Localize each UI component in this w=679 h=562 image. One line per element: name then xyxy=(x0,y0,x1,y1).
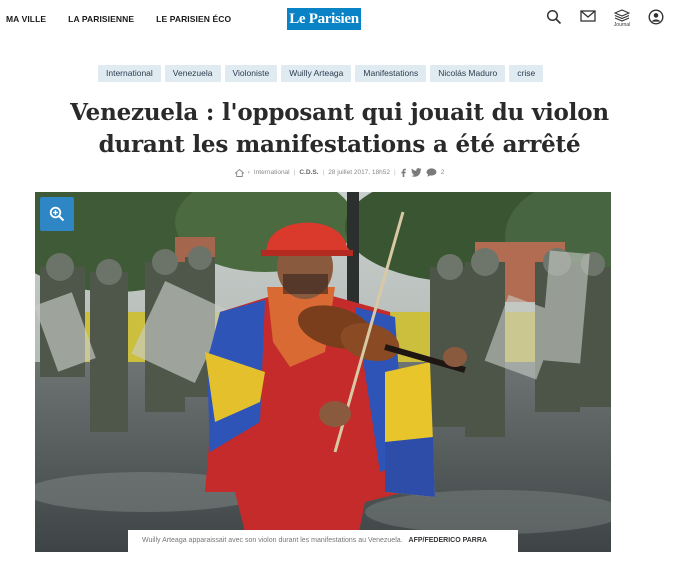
search-button[interactable] xyxy=(537,9,571,33)
article-title-line-1: Venezuela : l'opposant qui jouait du vio… xyxy=(70,99,609,126)
share-twitter-button[interactable] xyxy=(410,168,422,177)
tag-manifestations[interactable]: Manifestations xyxy=(355,65,427,82)
zoom-button[interactable] xyxy=(40,197,74,231)
tag-international[interactable]: International xyxy=(98,65,161,82)
account-button[interactable] xyxy=(639,9,673,33)
tag-venezuela[interactable]: Venezuela xyxy=(164,65,221,82)
nav-item-la-parisienne[interactable]: LA PARISIENNE xyxy=(68,14,134,24)
main-nav: MA VILLE LA PARISIENNE LE PARISIEN ÉCO xyxy=(6,14,231,24)
nav-item-le-parisien-eco[interactable]: LE PARISIEN ÉCO xyxy=(156,14,231,24)
photo-credit: AFP/FEDERICO PARRA xyxy=(408,537,487,544)
journal-button[interactable]: Journal xyxy=(605,9,639,33)
article-author: C.D.S. xyxy=(299,169,319,176)
article-date: 28 juillet 2017, 18h52 xyxy=(328,169,390,176)
article-title-line-2: durant les manifestations a été arrêté xyxy=(98,131,581,158)
breadcrumb-chevron: › xyxy=(247,169,250,176)
search-icon xyxy=(546,9,562,25)
top-bar: MA VILLE LA PARISIENNE LE PARISIEN ÉCO L… xyxy=(0,0,679,40)
article-photo[interactable] xyxy=(35,192,611,552)
mail-icon xyxy=(580,10,596,22)
nav-item-ma-ville[interactable]: MA VILLE xyxy=(6,14,46,24)
journal-label: Journal xyxy=(613,22,631,28)
tag-list: International Venezuela Violoniste Wuill… xyxy=(98,65,544,82)
meta-separator: | xyxy=(394,169,396,176)
facebook-icon xyxy=(401,168,406,177)
zoom-in-icon xyxy=(49,206,65,222)
account-icon xyxy=(648,9,664,25)
photo-caption-text: Wuilly Arteaga apparaissait avec son vio… xyxy=(142,537,403,544)
share-facebook-button[interactable] xyxy=(400,168,407,177)
journal-icon xyxy=(614,9,630,22)
tag-nicolas-maduro[interactable]: Nicolás Maduro xyxy=(430,65,506,82)
article-meta: › International | C.D.S. | 28 juillet 20… xyxy=(0,168,679,177)
header-icons: Journal xyxy=(537,9,673,33)
tag-violoniste[interactable]: Violoniste xyxy=(224,65,278,82)
meta-separator: | xyxy=(322,169,325,176)
breadcrumb-section[interactable]: International xyxy=(254,169,290,176)
twitter-icon xyxy=(410,168,422,177)
comment-icon xyxy=(426,168,437,177)
comment-count[interactable]: 2 xyxy=(441,169,445,176)
photo-caption: Wuilly Arteaga apparaissait avec son vio… xyxy=(128,530,518,552)
article-photo-illustration xyxy=(35,192,611,552)
mail-button[interactable] xyxy=(571,9,605,33)
home-icon[interactable] xyxy=(234,168,244,177)
site-logo[interactable]: Le Parisien xyxy=(287,8,361,30)
tag-wuilly-arteaga[interactable]: Wuilly Arteaga xyxy=(281,65,352,82)
comments-button[interactable] xyxy=(426,168,437,177)
tag-crise[interactable]: crise xyxy=(509,65,544,82)
meta-separator: | xyxy=(293,169,296,176)
article-title: Venezuela : l'opposant qui jouait du vio… xyxy=(30,97,649,161)
